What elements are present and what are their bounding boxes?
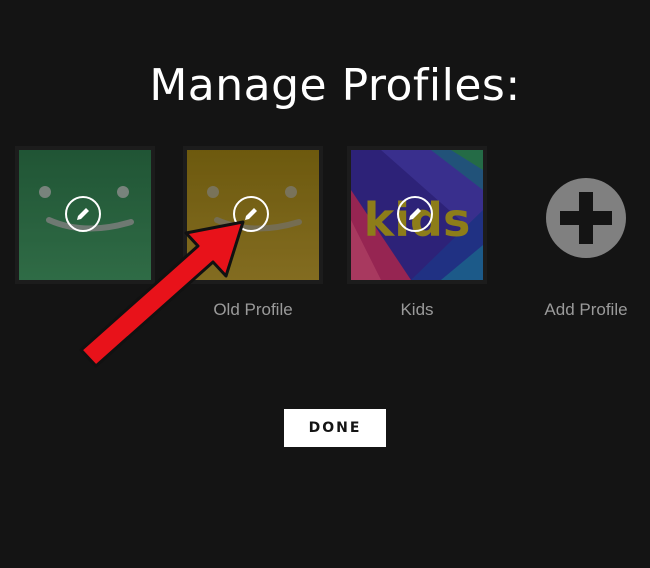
- page-title: Manage Profiles:: [149, 60, 521, 111]
- profile-avatar[interactable]: kids: [351, 150, 483, 280]
- profile-name: Kids: [400, 300, 434, 319]
- edit-pencil-icon[interactable]: [65, 196, 101, 232]
- profile-avatar[interactable]: [19, 150, 151, 280]
- add-profile-label: Add Profile: [544, 300, 628, 319]
- edit-pencil-icon[interactable]: [233, 196, 269, 232]
- profile-name: Old Profile: [213, 300, 293, 319]
- profile-kids[interactable]: kids Kids: [347, 146, 487, 319]
- profile-avatar-frame: [183, 146, 323, 284]
- profile-avatar[interactable]: [187, 150, 319, 280]
- profile-1[interactable]: [15, 146, 155, 284]
- edit-pencil-icon[interactable]: [397, 196, 433, 232]
- plus-icon[interactable]: [546, 178, 626, 258]
- done-button[interactable]: DONE: [284, 409, 386, 447]
- profile-avatar-frame: kids: [347, 146, 487, 284]
- profile-2[interactable]: Old Profile: [183, 146, 323, 319]
- profile-avatar-frame: [15, 146, 155, 284]
